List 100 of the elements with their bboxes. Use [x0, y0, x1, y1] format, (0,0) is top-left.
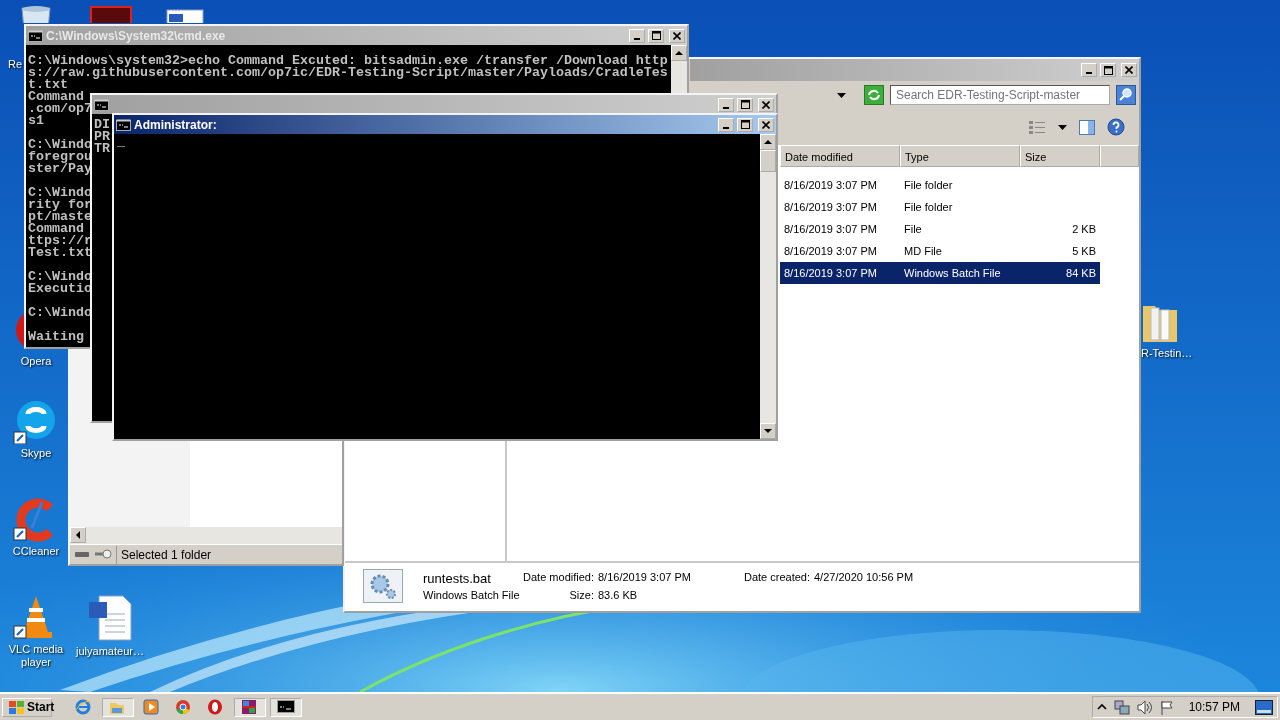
minimize-icon — [634, 37, 640, 40]
help-icon[interactable] — [1107, 118, 1125, 136]
taskbar-button[interactable] — [270, 697, 302, 717]
clock[interactable]: 10:57 PM — [1188, 698, 1240, 716]
detail-value: 83.6 KB — [598, 588, 638, 603]
icon-label[interactable]: Re — [8, 58, 23, 71]
icon-label[interactable]: VLC media player — [0, 643, 72, 669]
left-arrow-icon — [74, 530, 82, 540]
minimize-button[interactable] — [718, 117, 734, 132]
console-line: Test.txt — [28, 247, 92, 259]
table-cell: 8/16/2019 3:07 PM — [784, 222, 877, 235]
console-line: ster/Pay — [28, 163, 92, 175]
minimize-icon — [723, 106, 729, 109]
maximize-button[interactable] — [737, 97, 753, 112]
column-header[interactable]: Type — [900, 145, 1020, 167]
close-button[interactable] — [1121, 63, 1137, 77]
maximize-button[interactable] — [1100, 63, 1116, 77]
file-row[interactable]: 8/16/2019 3:07 PM File 2 KB — [780, 218, 1100, 240]
minimize-button[interactable] — [1081, 63, 1097, 77]
console-line: rity for — [28, 199, 92, 211]
console-line: Command — [28, 91, 84, 103]
column-header[interactable]: Date modified — [780, 145, 900, 167]
close-icon — [762, 100, 770, 109]
table-cell: File folder — [904, 178, 953, 191]
status-text: Selected 1 folder — [116, 545, 212, 564]
scroll-left-button[interactable] — [70, 527, 86, 543]
chevron-up-icon[interactable] — [1096, 702, 1107, 712]
detail-value: 4/27/2020 10:56 PM — [814, 570, 914, 585]
scroll-up-button[interactable] — [671, 45, 687, 61]
close-button[interactable] — [758, 97, 774, 112]
internet-explorer-icon — [75, 699, 93, 715]
minimize-button[interactable] — [629, 28, 645, 43]
close-button[interactable] — [758, 117, 774, 132]
scroll-down-button[interactable] — [760, 423, 776, 439]
close-icon — [1125, 66, 1133, 74]
close-icon — [762, 120, 770, 129]
flag-icon[interactable] — [1159, 699, 1174, 715]
icon-label[interactable]: Skype — [20, 447, 52, 460]
search-button[interactable] — [1116, 85, 1136, 105]
close-button[interactable] — [669, 28, 685, 43]
search-field[interactable]: Search EDR-Testing-Script-master — [890, 85, 1110, 105]
close-icon — [673, 31, 681, 40]
network-drive-icon — [94, 549, 112, 560]
taskbar-button[interactable] — [234, 697, 266, 717]
file-name: runtests.bat — [423, 570, 491, 588]
caret-icon[interactable] — [1058, 124, 1067, 130]
table-cell: 84 KB — [1066, 266, 1096, 279]
preview-pane-icon[interactable] — [1079, 119, 1095, 135]
detail-label: Date created: — [743, 570, 810, 585]
file-row[interactable]: 8/16/2019 3:07 PM MD File 5 KB — [780, 240, 1100, 262]
icon-label[interactable]: R-Testin… — [1141, 347, 1193, 360]
console-line: s1 — [28, 115, 44, 127]
file-row[interactable]: 8/16/2019 3:07 PM File folder — [780, 196, 1100, 218]
minimize-icon — [1086, 72, 1092, 74]
table-cell: MD File — [904, 244, 942, 257]
chrome-icon — [175, 699, 193, 715]
window-title: C:\Windows\System32\cmd.exe — [46, 27, 226, 45]
console-line: C:\Windo — [28, 307, 92, 319]
table-cell: 8/16/2019 3:07 PM — [784, 178, 877, 191]
minimize-button[interactable] — [718, 97, 734, 112]
console-line: C:\Windo — [28, 271, 92, 283]
refresh-button[interactable] — [864, 85, 884, 105]
show-desktop-icon[interactable] — [1255, 699, 1273, 715]
console-line: .com/op7 — [28, 103, 92, 115]
maximize-button[interactable] — [648, 28, 664, 43]
word-document-icon[interactable] — [87, 594, 133, 642]
file-row[interactable]: 8/16/2019 3:07 PM Windows Batch File 84 KB — [780, 262, 1100, 284]
horizontal-scrollbar[interactable] — [70, 527, 342, 544]
console-line: Waiting — [28, 331, 84, 343]
volume-icon[interactable] — [1136, 699, 1153, 715]
table-cell: Windows Batch File — [904, 266, 1001, 279]
drive-icon — [74, 549, 90, 560]
title-bar[interactable]: Administrator: — [114, 115, 776, 134]
file-type: Windows Batch File — [423, 588, 520, 603]
network-icon[interactable] — [1113, 699, 1130, 715]
console-line: ttps://r — [28, 235, 92, 247]
console-line: foregrou — [28, 151, 92, 163]
archive-icon — [241, 699, 259, 715]
scroll-up-button[interactable] — [760, 134, 776, 150]
icon-label[interactable]: CCleaner — [12, 545, 60, 558]
maximize-button[interactable] — [737, 117, 753, 132]
column-header[interactable]: Size — [1020, 145, 1100, 167]
console-line: Executio — [28, 283, 92, 295]
detail-value: 8/16/2019 3:07 PM — [598, 570, 691, 585]
console-line: Command — [28, 223, 84, 235]
scrollbar[interactable] — [760, 134, 776, 439]
scroll-thumb[interactable] — [760, 150, 776, 172]
table-cell: 5 KB — [1072, 244, 1096, 257]
console-icon — [28, 29, 43, 42]
file-row[interactable]: 8/16/2019 3:07 PM File folder — [780, 174, 1100, 196]
recycle-bin-icon[interactable] — [18, 4, 54, 23]
console-line: TR — [94, 143, 110, 155]
console-line: t.txt — [28, 79, 68, 91]
console-line: PR — [94, 131, 110, 143]
text-cursor: _ — [117, 136, 125, 148]
document-icon[interactable] — [165, 8, 205, 23]
detail-label: Date modified: — [523, 570, 594, 585]
dropdown-caret-icon[interactable] — [837, 92, 846, 98]
start-button[interactable]: Start — [2, 697, 52, 717]
icon-label[interactable]: Opera — [20, 355, 52, 368]
